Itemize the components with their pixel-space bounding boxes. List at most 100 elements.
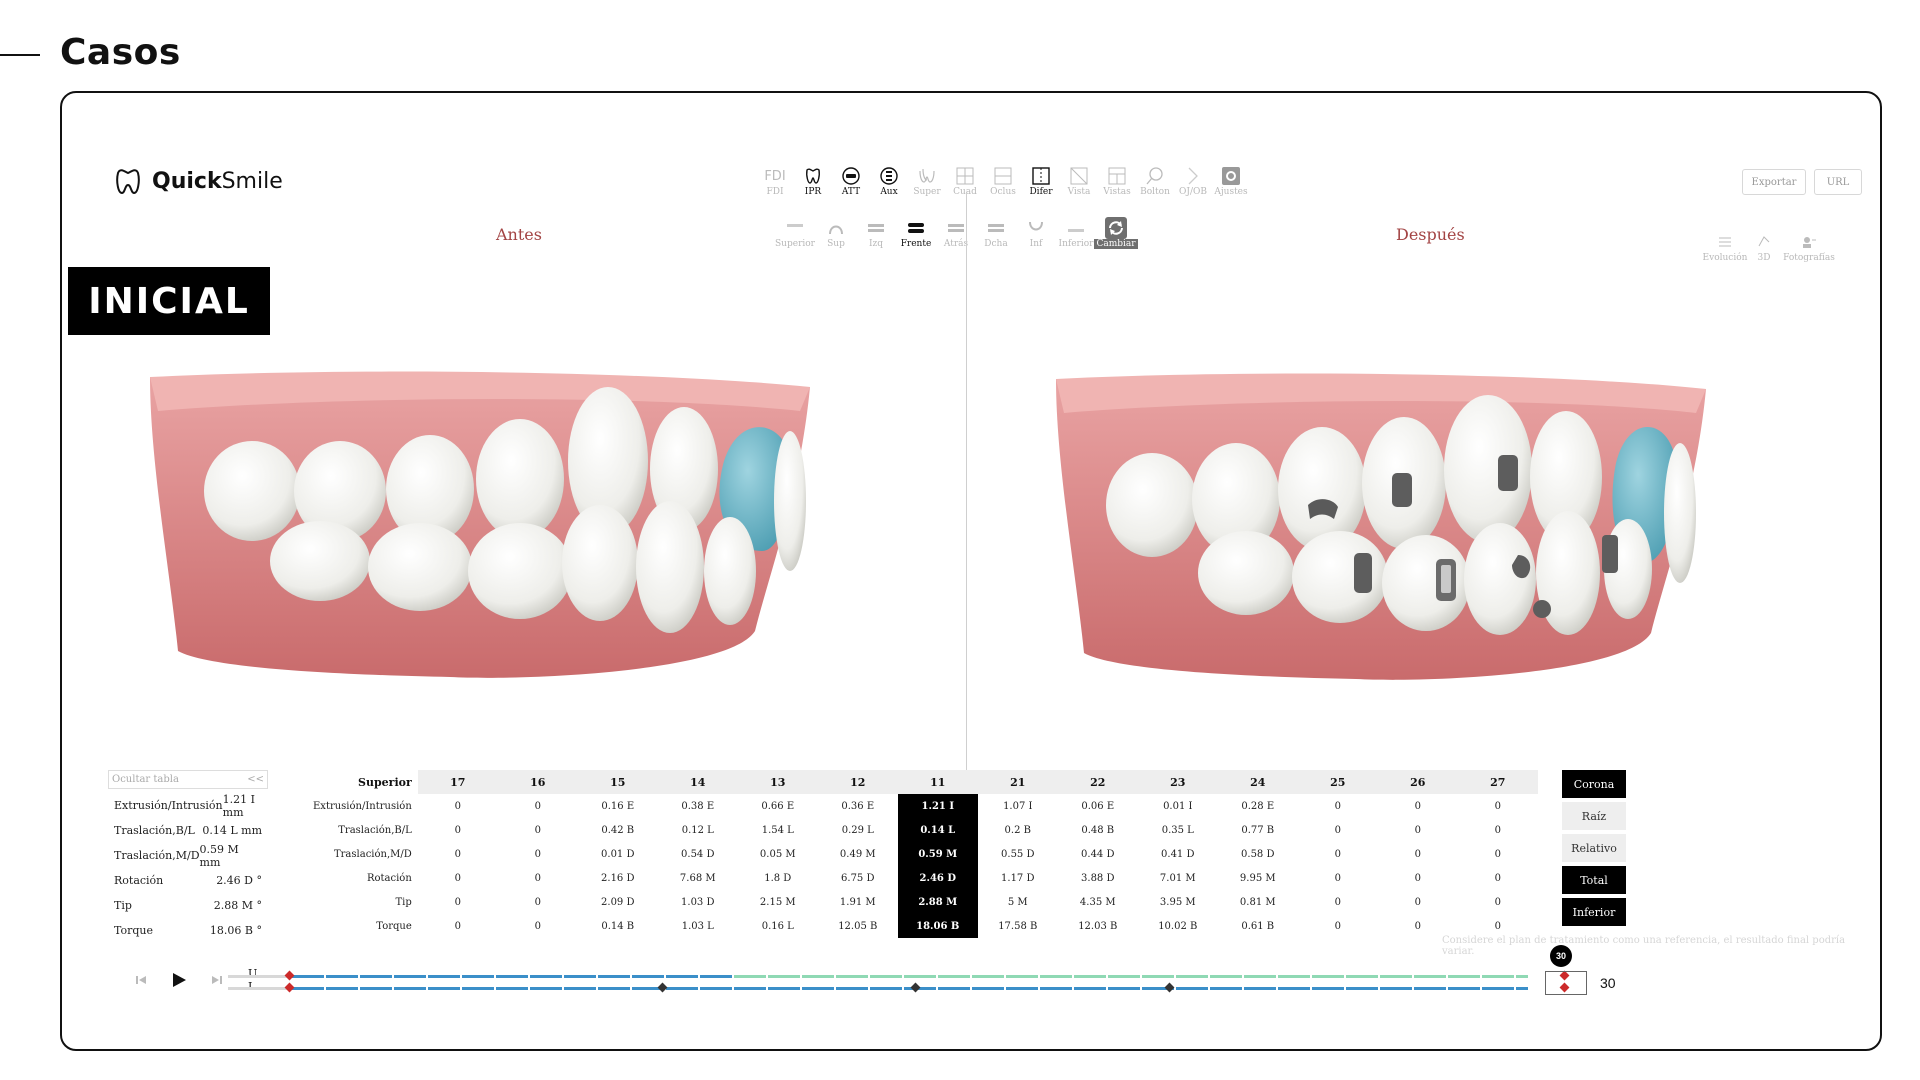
tool-ajustes[interactable]: Ajustes [1212,165,1250,197]
tooth-column-header[interactable]: 25 [1297,770,1378,794]
mode-raiz[interactable]: Raíz [1562,802,1626,830]
view-sup[interactable]: Sup [816,217,856,249]
tool-bolton[interactable]: Bolton [1136,165,1174,197]
table-cell[interactable]: 1.91 M [818,890,898,914]
table-cell[interactable]: 0.42 B [578,818,658,842]
tool-att[interactable]: ATT [832,165,870,197]
tool-ipr[interactable]: IPR [794,165,832,197]
table-cell[interactable]: 0.41 D [1138,842,1218,866]
table-cell[interactable]: 0 [1378,866,1458,890]
table-cell[interactable]: 0.01 I [1138,794,1218,818]
tooth-column-header[interactable]: 23 [1137,770,1218,794]
table-cell[interactable]: 0 [1458,890,1538,914]
table-cell[interactable]: 0.16 E [578,794,658,818]
table-cell[interactable]: 0 [498,890,578,914]
mode-corona[interactable]: Corona [1562,770,1626,798]
table-cell[interactable]: 0 [418,818,498,842]
table-cell[interactable]: 0.49 M [818,842,898,866]
tool-aux[interactable]: Aux [870,165,908,197]
start-marker[interactable] [284,982,295,993]
attachment-marker[interactable] [910,982,921,993]
table-cell[interactable]: 7.68 M [658,866,738,890]
tooth-column-header[interactable]: 26 [1377,770,1458,794]
table-cell[interactable]: 0.05 M [738,842,818,866]
table-cell[interactable]: 0.59 M [897,842,978,866]
tool-3d[interactable]: 3D [1748,231,1780,263]
mode-total[interactable]: Total [1562,866,1626,894]
table-cell[interactable]: 5 M [978,890,1058,914]
table-cell[interactable]: 0 [498,914,578,938]
after-3d-model[interactable] [1056,373,1716,703]
tool-fotografias[interactable]: Fotografías [1780,231,1838,263]
table-cell[interactable]: 0.55 D [978,842,1058,866]
table-cell[interactable]: 0 [1378,842,1458,866]
table-cell[interactable]: 0.81 M [1218,890,1298,914]
table-cell[interactable]: 18.06 B [897,914,978,938]
table-cell[interactable]: 4.35 M [1058,890,1138,914]
table-cell[interactable]: 0 [418,890,498,914]
hide-table-toggle[interactable]: Ocultar tabla << [108,770,268,789]
tool-difer[interactable]: Difer [1022,165,1060,197]
table-cell[interactable]: 0 [1378,794,1458,818]
tooth-column-header[interactable]: 12 [817,770,898,794]
tool-evolucion[interactable]: Evolución [1702,231,1748,263]
skip-back-icon[interactable] [134,973,148,987]
table-cell[interactable]: 0.66 E [738,794,818,818]
table-cell[interactable]: 6.75 D [818,866,898,890]
tooth-column-header[interactable]: 24 [1217,770,1298,794]
tooth-column-header[interactable]: 14 [657,770,738,794]
table-cell[interactable]: 1.21 I [897,794,978,818]
table-cell[interactable]: 10.02 B [1138,914,1218,938]
table-cell[interactable]: 12.05 B [818,914,898,938]
table-cell[interactable]: 0.38 E [658,794,738,818]
table-cell[interactable]: 0.12 L [658,818,738,842]
table-cell[interactable]: 3.88 D [1058,866,1138,890]
table-cell[interactable]: 0.29 L [818,818,898,842]
tool-cuad[interactable]: Cuad [946,165,984,197]
table-cell[interactable]: 0 [498,842,578,866]
tool-ojob[interactable]: OJ/OB [1174,165,1212,197]
table-cell[interactable]: 12.03 B [1058,914,1138,938]
tool-vista[interactable]: Vista [1060,165,1098,197]
url-button[interactable]: URL [1814,169,1862,195]
tooth-column-header[interactable]: 21 [977,770,1058,794]
tooth-column-header[interactable]: 16 [497,770,578,794]
table-cell[interactable]: 0.16 L [738,914,818,938]
table-cell[interactable]: 0 [1458,842,1538,866]
table-cell[interactable]: 3.95 M [1138,890,1218,914]
view-superior[interactable]: Superior [774,217,816,249]
table-cell[interactable]: 0 [1458,866,1538,890]
tooth-column-header[interactable]: 15 [577,770,658,794]
table-cell[interactable]: 0.14 L [897,818,978,842]
table-cell[interactable]: 0 [418,794,498,818]
table-cell[interactable]: 0.35 L [1138,818,1218,842]
table-cell[interactable]: 0.54 D [658,842,738,866]
view-atras[interactable]: Atrás [936,217,976,249]
table-cell[interactable]: 0.77 B [1218,818,1298,842]
table-cell[interactable]: 0 [1458,818,1538,842]
table-cell[interactable]: 1.03 L [658,914,738,938]
table-cell[interactable]: 0 [498,818,578,842]
table-cell[interactable]: 0 [1298,890,1378,914]
table-cell[interactable]: 0.28 E [1218,794,1298,818]
table-cell[interactable]: 0.2 B [978,818,1058,842]
table-cell[interactable]: 2.88 M [897,890,978,914]
table-cell[interactable]: 1.03 D [658,890,738,914]
start-marker[interactable] [284,970,295,981]
table-cell[interactable]: 0 [418,866,498,890]
view-inf[interactable]: Inf [1016,217,1056,249]
table-cell[interactable]: 0 [498,866,578,890]
table-cell[interactable]: 17.58 B [978,914,1058,938]
table-cell[interactable]: 0 [1298,794,1378,818]
table-cell[interactable]: 0 [1458,794,1538,818]
table-cell[interactable]: 7.01 M [1138,866,1218,890]
tooth-column-header[interactable]: 22 [1057,770,1138,794]
view-frente[interactable]: Frente [896,217,936,249]
current-step-pin[interactable]: 30 [1550,945,1572,967]
table-cell[interactable]: 0 [1298,842,1378,866]
tooth-column-header[interactable]: 11 [897,770,978,794]
table-cell[interactable]: 0.48 B [1058,818,1138,842]
view-izq[interactable]: Izq [856,217,896,249]
table-cell[interactable]: 0.01 D [578,842,658,866]
table-cell[interactable]: 2.15 M [738,890,818,914]
